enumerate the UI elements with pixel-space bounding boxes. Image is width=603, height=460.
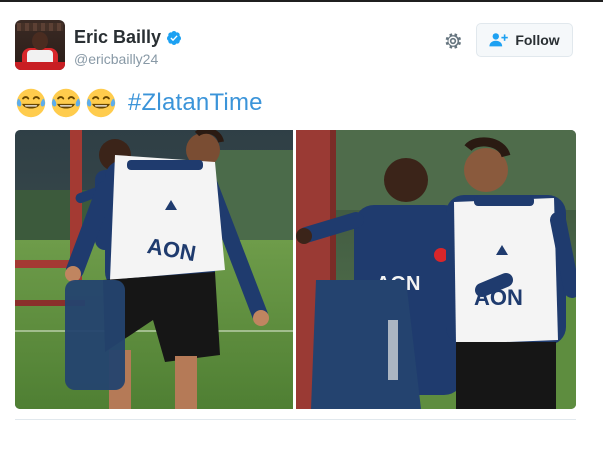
media-gallery: AON AON: [15, 130, 576, 409]
author-display-name[interactable]: Eric Bailly: [74, 27, 161, 48]
author-block: Eric Bailly @ericbailly24: [74, 27, 182, 67]
tears-of-joy-emoji-icon: [85, 87, 117, 119]
tweet-text: #ZlatanTime: [15, 86, 263, 120]
training-photo-right[interactable]: AON AON: [296, 130, 576, 409]
avatar[interactable]: [15, 20, 65, 70]
avatar-band: [15, 62, 65, 70]
tweet-card: Eric Bailly @ericbailly24 Follow #Zlatan…: [0, 0, 603, 460]
tears-of-joy-emoji-icon: [15, 87, 47, 119]
gear-icon[interactable]: [443, 31, 463, 51]
follow-button[interactable]: Follow: [476, 23, 573, 57]
training-photo-left[interactable]: AON: [15, 130, 293, 409]
add-user-icon: [489, 33, 509, 47]
author-handle[interactable]: @ericbailly24: [74, 51, 182, 67]
bottom-divider: [15, 419, 576, 420]
verified-badge-icon: [167, 30, 182, 45]
follow-button-label: Follow: [515, 32, 560, 48]
hashtag-link[interactable]: #ZlatanTime: [128, 89, 263, 117]
avatar-background: [17, 23, 63, 31]
avatar-head: [32, 32, 48, 50]
tears-of-joy-emoji-icon: [50, 87, 82, 119]
